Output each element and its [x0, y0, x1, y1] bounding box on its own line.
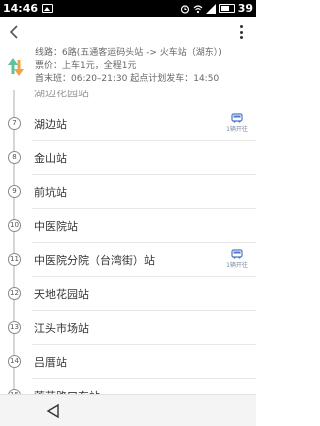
stop-row[interactable]: 11 中医院分院（台湾街）站 1辆开往: [0, 243, 256, 277]
more-vertical-icon[interactable]: [236, 23, 246, 41]
stop-row[interactable]: 10 中医院站: [0, 209, 256, 243]
stop-row[interactable]: 14 吕厝站: [0, 345, 256, 379]
stop-row[interactable]: 9 前坑站: [0, 175, 256, 209]
status-time: 14:46: [3, 2, 39, 15]
system-nav-bar: [0, 394, 256, 426]
stop-number: 8: [8, 151, 21, 164]
signal-icon: [205, 3, 216, 14]
stop-number: 12: [8, 287, 21, 300]
status-bar: 14:46 39: [0, 0, 256, 17]
bus-arrival-badge: 1辆开往: [222, 249, 252, 269]
route-info-panel: 线路：6路(五通客运码头站 -> 火车站（湖东）) 票价：上车1元，全程1元 首…: [0, 47, 256, 90]
schedule-line: 首末班：06:20–21:30 起点计划发车：14:50: [35, 74, 220, 84]
fare-line: 票价：上车1元，全程1元: [35, 61, 137, 71]
toolbar: [0, 17, 256, 47]
stop-name: 湖边站: [34, 118, 67, 131]
bus-count-label: 1辆开往: [226, 262, 248, 269]
stop-number: 7: [8, 117, 21, 130]
battery-icon: [218, 4, 235, 13]
stop-number: 14: [8, 355, 21, 368]
stop-row[interactable]: 8 金山站: [0, 141, 256, 175]
stop-name: 吕厝站: [34, 356, 67, 369]
stop-list: 湖边花园站 7 湖边站 1辆开往 8 金山站 9 前坑站 10 中医院站 11 中医院分院（台湾街）…: [0, 90, 256, 394]
partial-stop-name: 湖边花园站: [34, 90, 89, 99]
image-notification-icon: [42, 4, 54, 13]
stop-name: 中医院站: [34, 220, 78, 233]
route-line: 线路：6路(五通客运码头站 -> 火车站（湖东）): [35, 48, 222, 58]
status-icons: 39: [180, 2, 253, 15]
stop-row[interactable]: 13 江头市场站: [0, 311, 256, 345]
swap-direction-icon[interactable]: [5, 53, 27, 81]
bus-count-label: 1辆开往: [226, 126, 248, 133]
stop-name: 江头市场站: [34, 322, 89, 335]
stop-row[interactable]: 12 天地花园站: [0, 277, 256, 311]
stop-name: 中医院分院（台湾街）站: [34, 254, 155, 267]
wifi-icon: [193, 4, 203, 13]
stop-name: 金山站: [34, 152, 67, 165]
alarm-icon: [180, 4, 189, 14]
stop-name: 天地花园站: [34, 288, 89, 301]
stop-name: 前坑站: [34, 186, 67, 199]
route-info-text: 线路：6路(五通客运码头站 -> 火车站（湖东）) 票价：上车1元，全程1元 首…: [35, 47, 222, 86]
bus-icon: [231, 249, 243, 259]
stop-row[interactable]: 15莲花路口东站: [0, 379, 256, 394]
back-arrow-icon[interactable]: [6, 23, 24, 41]
stop-number: 13: [8, 321, 21, 334]
bus-icon: [231, 113, 243, 123]
battery-level: 39: [237, 2, 253, 15]
stop-number: 11: [8, 253, 21, 266]
bus-arrival-badge: 1辆开往: [222, 113, 252, 133]
stop-row[interactable]: 7 湖边站 1辆开往: [0, 107, 256, 141]
stop-number: 9: [8, 185, 21, 198]
stop-number: 10: [8, 219, 21, 232]
nav-back-triangle-icon[interactable]: [45, 403, 61, 419]
